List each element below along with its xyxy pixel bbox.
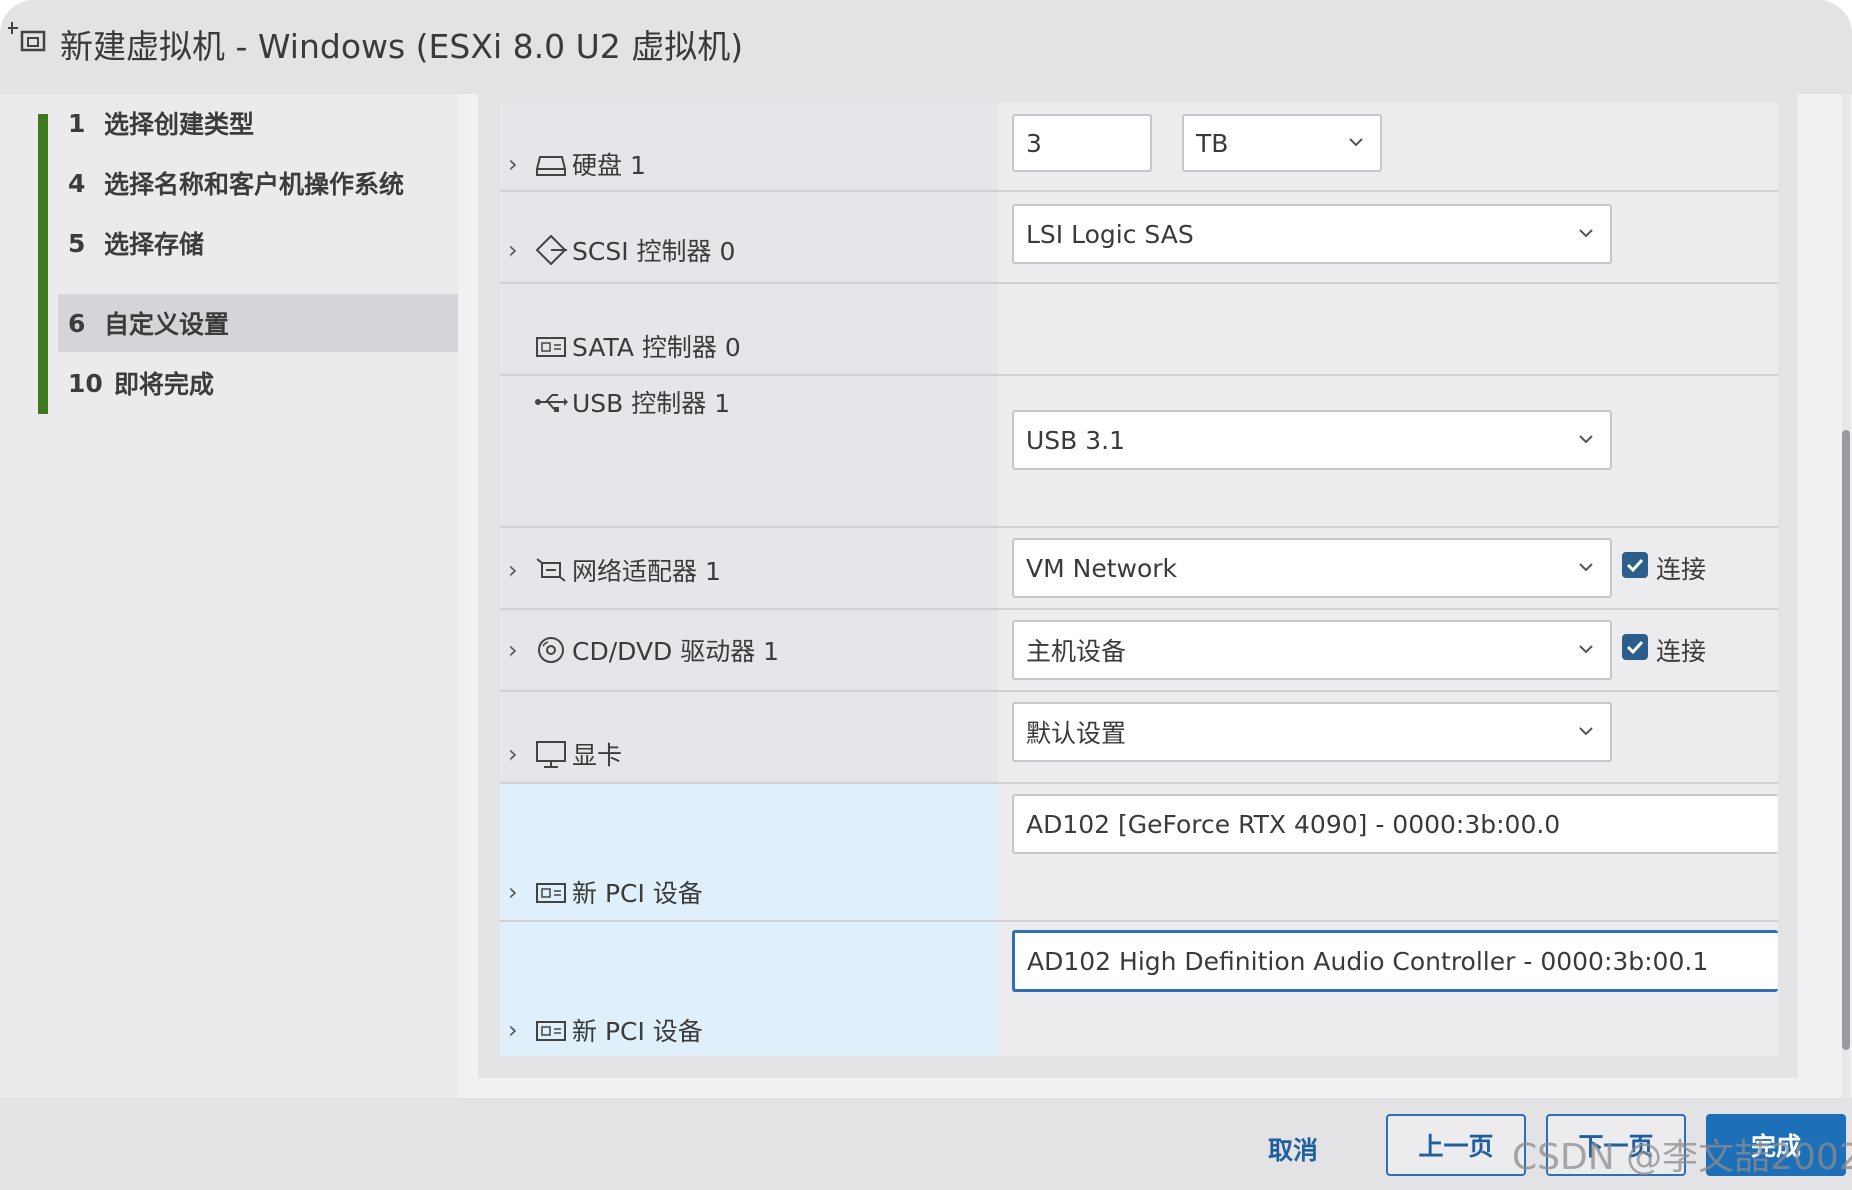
cancel-button[interactable]: 取消 [1248, 1118, 1338, 1180]
pci-device-row-1: › 新 PCI 设备 AD102 [GeForce RTX 4090] - 00… [500, 784, 1778, 922]
video-card-select[interactable]: 默认设置 [1012, 702, 1612, 762]
step-number: 1 [68, 108, 86, 138]
pci-device-expander-2[interactable]: › 新 PCI 设备 [508, 1012, 703, 1048]
wizard-steps: 1 选择创建类型 4 选择名称和客户机操作系统 5 选择存储 6 自定义设置 1… [0, 94, 458, 1098]
pci-device-select-2[interactable]: AD102 High Definition Audio Controller -… [1012, 930, 1778, 992]
chevron-down-icon [1579, 229, 1593, 238]
step-select-storage[interactable]: 5 选择存储 [58, 214, 458, 272]
checkmark-icon [1626, 558, 1644, 573]
hard-disk-icon [536, 156, 566, 176]
network-adapter-expander[interactable]: › 网络适配器 1 [508, 552, 721, 588]
network-adapter-label: 网络适配器 1 [572, 557, 721, 586]
usb-type-select[interactable]: USB 3.1 [1012, 410, 1612, 470]
chevron-right-icon: › [508, 740, 518, 768]
step-number: 4 [68, 168, 86, 198]
pci-device-select-1[interactable]: AD102 [GeForce RTX 4090] - 0000:3b:00.0 [1012, 794, 1778, 854]
step-number: 5 [68, 228, 86, 258]
usb-controller-label: USB 控制器 1 [572, 389, 731, 418]
pci-device-icon [536, 883, 566, 903]
sata-controller-label: SATA 控制器 0 [572, 333, 741, 362]
step-customize-settings[interactable]: 6 自定义设置 [58, 294, 458, 352]
sata-controller-item: SATA 控制器 0 [534, 328, 741, 364]
chevron-right-icon: › [508, 236, 518, 264]
cd-dvd-label: CD/DVD 驱动器 1 [572, 637, 780, 666]
pci-device-row-2: › 新 PCI 设备 AD102 High Definition Audio C… [500, 922, 1778, 1056]
network-connect-label: 连接 [1656, 555, 1707, 584]
step-label: 选择存储 [104, 230, 205, 259]
network-adapter-row: › 网络适配器 1 VM Network 连接 [500, 528, 1778, 610]
step-number: 10 [68, 368, 103, 398]
step-label: 自定义设置 [104, 310, 230, 339]
step-label: 选择名称和客户机操作系统 [104, 170, 405, 199]
dialog-title: 新建虚拟机 - Windows (ESXi 8.0 U2 虚拟机) [60, 27, 744, 66]
pci-device-label: 新 PCI 设备 [572, 879, 703, 908]
step-label: 即将完成 [114, 370, 215, 399]
chevron-right-icon: › [508, 878, 518, 906]
checkmark-icon [1626, 640, 1644, 655]
step-select-creation-type[interactable]: 1 选择创建类型 [58, 94, 458, 152]
chevron-right-icon: › [508, 1016, 518, 1044]
monitor-icon [536, 741, 566, 768]
watermark: CSDN @李文喆2002 [1512, 1137, 1852, 1178]
cd-dvd-expander[interactable]: › CD/DVD 驱动器 1 [508, 632, 779, 668]
hard-disk-expander[interactable]: › 硬盘 1 [508, 146, 646, 182]
hard-disk-label: 硬盘 1 [572, 151, 646, 180]
scsi-controller-icon [535, 235, 567, 265]
chevron-down-icon [1579, 563, 1593, 572]
chevron-down-icon [1349, 138, 1363, 147]
scsi-controller-label: SCSI 控制器 0 [572, 237, 736, 266]
cd-dvd-connect-label: 连接 [1656, 637, 1707, 666]
pci-device-icon [536, 1021, 566, 1041]
hard-disk-row: › 硬盘 1 3 TB [500, 102, 1778, 192]
usb-controller-item: USB 控制器 1 [534, 384, 730, 420]
new-vm-icon [8, 22, 46, 52]
step-ready-to-complete[interactable]: 10 即将完成 [58, 354, 458, 412]
cd-dvd-icon [538, 637, 564, 663]
step-label: 选择创建类型 [104, 110, 255, 139]
chevron-right-icon: › [508, 556, 518, 584]
video-card-label: 显卡 [572, 741, 623, 770]
video-card-row: › 显卡 默认设置 [500, 692, 1778, 784]
scrollbar-thumb[interactable] [1842, 430, 1850, 1050]
back-button[interactable]: 上一页 [1386, 1114, 1526, 1176]
sata-controller-row: SATA 控制器 0 [500, 284, 1778, 376]
network-adapter-icon [536, 558, 566, 582]
step-number: 6 [68, 308, 86, 338]
steps-progress-rail [38, 114, 48, 414]
network-connect-checkbox[interactable] [1622, 552, 1648, 578]
scsi-controller-row: › SCSI 控制器 0 LSI Logic SAS [500, 192, 1778, 284]
pci-device-label: 新 PCI 设备 [572, 1017, 703, 1046]
disk-unit-select[interactable]: TB [1182, 114, 1382, 172]
step-select-name-and-os[interactable]: 4 选择名称和客户机操作系统 [58, 154, 458, 212]
disk-size-input[interactable]: 3 [1012, 114, 1152, 172]
cd-dvd-select[interactable]: 主机设备 [1012, 620, 1612, 680]
chevron-down-icon [1579, 435, 1593, 444]
network-select[interactable]: VM Network [1012, 538, 1612, 598]
pci-device-expander-1[interactable]: › 新 PCI 设备 [508, 874, 703, 910]
sata-controller-icon [536, 337, 566, 357]
chevron-right-icon: › [508, 636, 518, 664]
cd-dvd-connect-checkbox[interactable] [1622, 634, 1648, 660]
chevron-right-icon: › [508, 150, 518, 178]
scsi-type-select[interactable]: LSI Logic SAS [1012, 204, 1612, 264]
usb-controller-row: USB 控制器 1 USB 3.1 [500, 376, 1778, 528]
cd-dvd-row: › CD/DVD 驱动器 1 主机设备 连接 [500, 610, 1778, 692]
chevron-down-icon [1579, 645, 1593, 654]
new-vm-dialog: 新建虚拟机 - Windows (ESXi 8.0 U2 虚拟机) 1 选择创建… [0, 0, 1852, 1190]
title-bar: 新建虚拟机 - Windows (ESXi 8.0 U2 虚拟机) [0, 0, 1852, 94]
scsi-controller-expander[interactable]: › SCSI 控制器 0 [508, 232, 735, 268]
usb-icon [535, 394, 568, 412]
video-card-expander[interactable]: › 显卡 [508, 736, 622, 772]
chevron-down-icon [1579, 727, 1593, 736]
